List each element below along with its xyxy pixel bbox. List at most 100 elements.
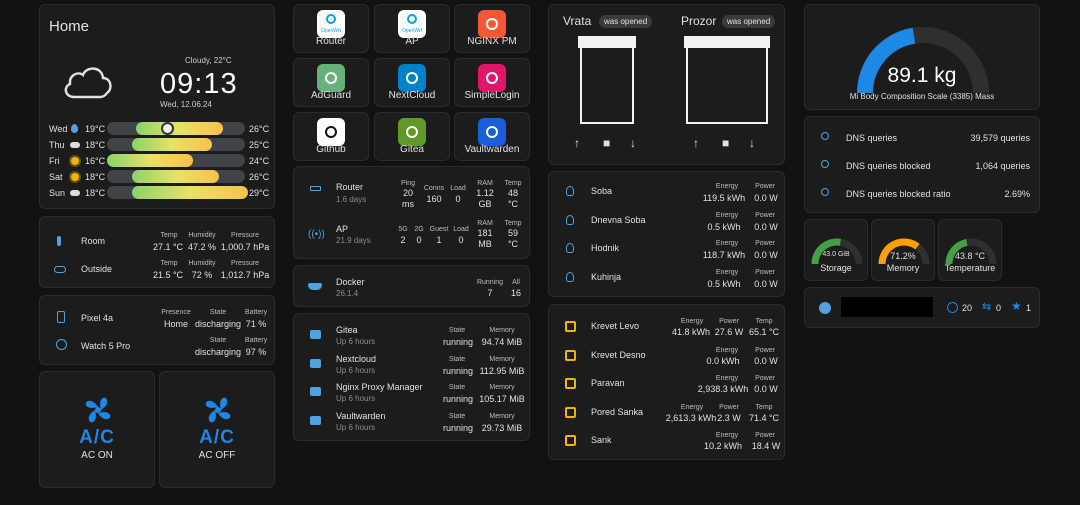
cover-stop-button[interactable]: ■: [603, 136, 610, 150]
cloud-icon: [60, 63, 114, 106]
scale-card[interactable]: 89.1 kg Mi Body Composition Scale (3385)…: [804, 4, 1040, 110]
ac-glyph: A/C: [79, 427, 115, 448]
plug-row[interactable]: Pored Sanka Energy 2,613.3 kWh Power 2.3 W Te…: [549, 398, 784, 426]
cover-open-button[interactable]: ↑: [574, 136, 580, 150]
gauge-memory[interactable]: 71.2% Memory: [871, 219, 935, 281]
app-tile-gitea[interactable]: Gitea: [374, 112, 450, 161]
forecast-high: 26°C: [249, 124, 270, 134]
app-tile-nginx-pm[interactable]: NGINX PM: [454, 4, 530, 53]
container-name: Nextcloud: [336, 353, 377, 364]
container-row[interactable]: Vaultwarden Up 6 hours State running Memory 2…: [294, 409, 529, 437]
home-title: Home: [49, 18, 90, 35]
issues-count: 20: [962, 303, 973, 313]
ac-off-button[interactable]: A/C AC OFF: [159, 371, 275, 488]
icon-mark: [406, 72, 418, 84]
guest-value: 1: [436, 235, 442, 245]
container-memory: 94.74 MiB: [481, 337, 523, 347]
lightbulb-icon: [566, 214, 574, 225]
outlet-icon: [565, 378, 576, 389]
device-row-pixel[interactable]: Pixel 4a Home discharging 71 %: [40, 310, 274, 334]
docker-card[interactable]: Docker 26.1.4 Running 7 All 16: [293, 265, 530, 307]
gauge-storage[interactable]: 43.0 GiB Storage: [804, 219, 868, 281]
plug-row[interactable]: Krevet Levo Energy 41.8 kWh Power 27.6 W Temp…: [549, 312, 784, 340]
climate-name: Outside: [81, 264, 113, 274]
app-tile-router[interactable]: OpenWrt Router: [293, 4, 369, 53]
col-header-memory: Memory: [489, 384, 515, 391]
dns-row[interactable]: DNS queries blocked 1,064 queries: [805, 155, 1039, 177]
forecast-range-fill: [131, 138, 212, 151]
light-energy: 118.7 kWh: [702, 250, 746, 260]
app-tile-nextcloud[interactable]: NextCloud: [374, 58, 450, 107]
forecast-row[interactable]: Thu 18°C 25°C: [40, 138, 274, 152]
forecast-row[interactable]: Sun 18°C 29°C: [40, 186, 274, 200]
network-row-router[interactable]: Router 1.6 days Ping 20 ms Conns 160 Loa…: [294, 177, 529, 213]
container-uptime: Up 6 hours: [336, 337, 376, 346]
col-header-energy: Energy: [715, 183, 739, 190]
light-row[interactable]: Hodnik Energy 118.7 kWh Power 0.0 W: [549, 237, 784, 265]
ram-header: RAM: [477, 220, 493, 227]
ap-name: AP: [336, 224, 349, 234]
app-label: SimpleLogin: [464, 90, 520, 101]
light-row[interactable]: Kuhinja Energy 0.5 kWh Power 0.0 W: [549, 266, 784, 294]
col-header-power: Power: [755, 183, 775, 190]
plug-row[interactable]: Paravan Energy 2,938.3 kWh Power 0.0 W: [549, 369, 784, 397]
weather-card[interactable]: Home Cloudy, 22°C 09:13 Wed, 12.06.24 We…: [39, 4, 275, 209]
light-name: Dnevna Soba: [591, 214, 646, 225]
forecast-row[interactable]: Fri 16°C 24°C: [40, 154, 274, 168]
app-tile-adguard[interactable]: AdGuard: [293, 58, 369, 107]
climate-row-room[interactable]: Room 27.1 °C 47.2 % 1,000.7 hPa: [40, 233, 274, 257]
nextcloud-icon: [398, 64, 426, 92]
cover-vrata[interactable]: Vrata was opened ↑ ■ ↓: [549, 5, 667, 164]
dns-card: DNS queries 39,579 queries DNS queries blo…: [804, 116, 1040, 213]
ram-unit: MB: [478, 239, 492, 249]
climate-row-outside[interactable]: Outside 21.5 °C 72 % 1,012.7 hPa: [40, 261, 274, 285]
col-header-power: Power: [719, 403, 739, 411]
ac-on-button[interactable]: A/C AC ON: [39, 371, 155, 488]
plug-energy: 0.0 kWh: [706, 355, 740, 366]
forecast-range-bar: [107, 154, 245, 167]
forecast-low: 18°C: [85, 172, 106, 182]
container-name: Vaultwarden: [336, 410, 386, 421]
light-row[interactable]: Dnevna Soba Energy 0.5 kWh Power 0.0 W: [549, 209, 784, 237]
app-tile-ap[interactable]: OpenWrt AP: [374, 4, 450, 53]
container-row[interactable]: Nginx Proxy Manager Up 6 hours State runnin…: [294, 380, 529, 408]
container-row[interactable]: Nextcloud Up 6 hours State running Memory 112…: [294, 352, 529, 380]
cover-prozor[interactable]: Prozor was opened ↑ ■ ↓: [667, 5, 784, 164]
app-tile-github[interactable]: Github: [293, 112, 369, 161]
forecast-range-bar: [107, 138, 245, 151]
all-header: All: [512, 279, 520, 286]
temp-header: Temp: [504, 220, 522, 227]
cover-open-button[interactable]: ↑: [693, 136, 699, 150]
dns-row[interactable]: DNS queries blocked ratio 2.69%: [805, 183, 1039, 205]
plug-power: 18.4 W: [751, 441, 781, 451]
container-row[interactable]: Gitea Up 6 hours State running Memory 94.74 M…: [294, 323, 529, 351]
forecast-row[interactable]: Sat 18°C 26°C: [40, 170, 274, 184]
network-card: Router 1.6 days Ping 20 ms Conns 160 Loa…: [293, 166, 530, 259]
cover-close-button[interactable]: ↓: [630, 136, 636, 150]
plug-name: Sank: [591, 435, 612, 445]
github-card[interactable]: 20 ⇆ 0 ★ 1: [804, 287, 1040, 328]
plugs-card: Krevet Levo Energy 41.8 kWh Power 27.6 W Temp…: [548, 304, 785, 460]
device-presence: Home: [163, 319, 188, 329]
gauge-temperature[interactable]: 43.8 °C Temperature: [938, 219, 1002, 281]
app-tile-simplelogin[interactable]: SimpleLogin: [454, 58, 530, 107]
col-header-temp: Temp: [755, 403, 773, 411]
device-battery: 97 %: [245, 347, 267, 357]
issues-icon: [947, 302, 958, 313]
col-header-energy: Energy: [715, 346, 739, 354]
network-row-ap[interactable]: ((•)) AP 21.9 days 5G 2 2G 0 Guest 1 Loa…: [294, 217, 529, 253]
plug-row[interactable]: Krevet Desno Energy 0.0 kWh Power 0.0 W: [549, 341, 784, 369]
forecast-row[interactable]: Wed 19°C 26°C: [40, 122, 274, 136]
dns-row[interactable]: DNS queries 39,579 queries: [805, 127, 1039, 149]
light-name: Soba: [591, 186, 613, 196]
garage-door-icon: [578, 36, 636, 126]
docker-name: Docker: [336, 277, 365, 287]
app-tile-vaultwarden[interactable]: Vaultwarden: [454, 112, 530, 161]
container-uptime: Up 6 hours: [336, 365, 376, 375]
device-row-watch[interactable]: Watch 5 Pro discharging 97 %: [40, 338, 274, 362]
redacted-block: [841, 297, 933, 317]
plug-row[interactable]: Sank Energy 10.2 kWh Power 18.4 W: [549, 426, 784, 454]
cover-close-button[interactable]: ↓: [749, 136, 755, 150]
cover-stop-button[interactable]: ■: [722, 136, 729, 150]
light-row[interactable]: Soba Energy 119.5 kWh Power 0.0 W: [549, 180, 784, 208]
